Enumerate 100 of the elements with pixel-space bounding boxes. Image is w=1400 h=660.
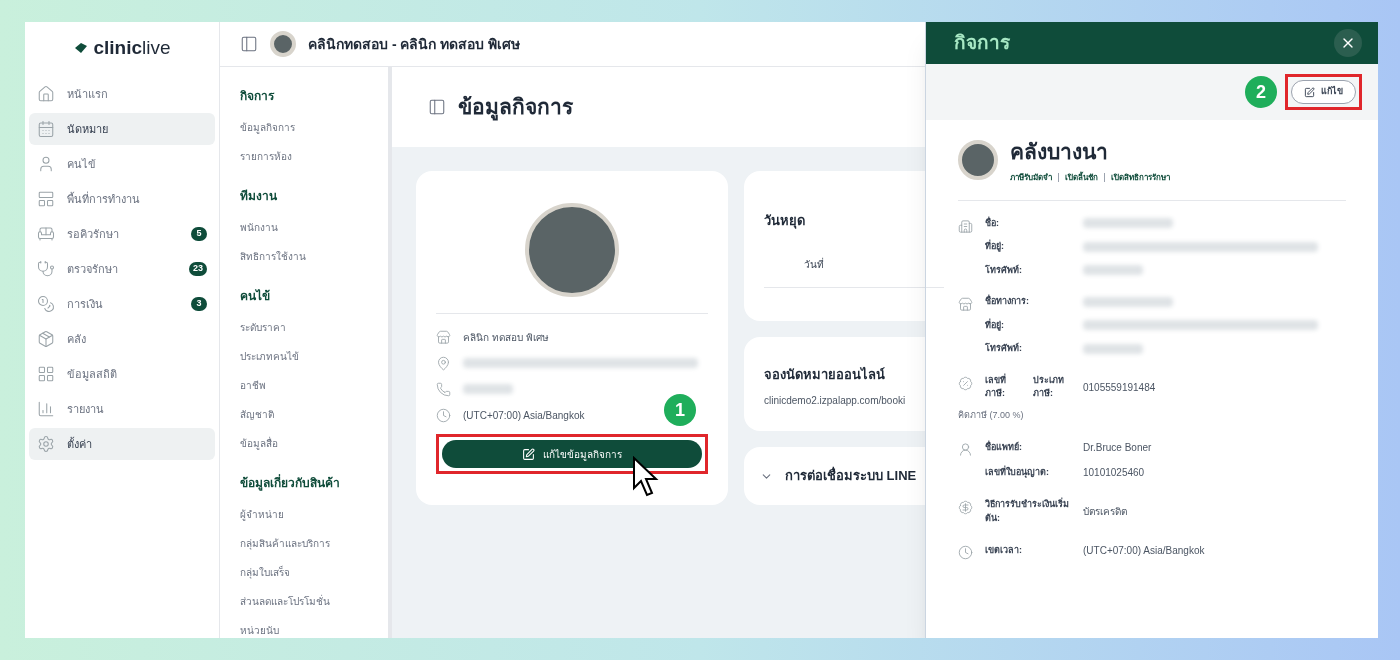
user-icon: [37, 155, 55, 173]
count-badge: 3: [191, 297, 207, 311]
logo-icon: [73, 42, 90, 54]
store-icon: [436, 329, 451, 345]
sidebar-item[interactable]: คลัง: [29, 323, 215, 355]
sidebar-item[interactable]: หน้าแรก: [29, 78, 215, 110]
menu-item[interactable]: กลุ่มสินค้าและบริการ: [240, 529, 368, 558]
sidebar-item[interactable]: ข้อมูลสถิติ: [29, 358, 215, 390]
edit-icon: [1304, 86, 1315, 98]
sidebar-item[interactable]: พื้นที่การทำงาน: [29, 183, 215, 215]
menu-item[interactable]: ประเภทคนไข้: [240, 342, 368, 371]
field-label: เลขที่ใบอนุญาต:: [985, 465, 1049, 480]
sidebar-item[interactable]: รายงาน: [29, 393, 215, 425]
photo-placeholder: [270, 31, 296, 57]
menu-item[interactable]: ผู้จำหน่าย: [240, 500, 368, 529]
info-text: คลินิก ทดสอบ พิเศษ: [463, 330, 549, 345]
column-header: วันที่: [804, 258, 824, 270]
menu-item[interactable]: ข้อมูลสื่อ: [240, 429, 368, 458]
menu-item[interactable]: หน่วยนับ: [240, 616, 368, 638]
menu-item[interactable]: สิทธิการใช้งาน: [240, 242, 368, 271]
sidebar-item[interactable]: รอคิวรักษา 5: [29, 218, 215, 250]
edit-icon: [522, 447, 535, 461]
step-number-badge: 2: [1245, 76, 1277, 108]
menu-item[interactable]: ส่วนลดและโปรโมชั่น: [240, 587, 368, 616]
settings-icon: [37, 435, 55, 453]
field-label: ชื่อแพทย์:: [985, 440, 1022, 454]
bar-chart-icon: [37, 400, 55, 418]
sidebar-item[interactable]: การเงิน 3: [29, 288, 215, 320]
sidebar-item[interactable]: ตรวจรักษา 23: [29, 253, 215, 285]
field-value: 0105559191484: [1083, 380, 1156, 395]
currency-icon: [958, 500, 973, 515]
clinic-title: คลินิกทดสอบ - คลินิก ทดสอบ พิเศษ: [308, 34, 521, 54]
menu-item[interactable]: กลุ่มใบเสร็จ: [240, 558, 368, 587]
close-button[interactable]: [1334, 29, 1362, 57]
sidebar-item[interactable]: นัดหมาย: [29, 113, 215, 145]
menu-heading: คนไข้: [240, 288, 271, 305]
field-label: ชื่อ:: [985, 216, 999, 230]
photo-placeholder: [958, 139, 998, 180]
header-link[interactable]: เปิดสิทธิการรักษา: [1111, 171, 1170, 184]
field-label: เลขที่ภาษี:: [985, 373, 1007, 400]
field-value: Dr.Bruce Boner: [1083, 441, 1152, 455]
field-label: ประเภทภาษี:: [1033, 373, 1066, 400]
count-badge: 23: [189, 262, 207, 276]
menu-item[interactable]: อาชีพ: [240, 371, 368, 400]
info-text: (UTC+07:00) Asia/Bangkok: [463, 408, 585, 423]
box-icon: [37, 330, 55, 348]
drawer-title: กิจการ: [954, 30, 1010, 55]
percent-badge-icon: [958, 375, 973, 391]
person-icon: [958, 442, 973, 457]
home-icon: [37, 85, 55, 103]
menu-item[interactable]: สัญชาติ: [240, 400, 368, 429]
tax-note: คิดภาษี (7.00 %): [958, 408, 1025, 422]
field-label: โทรศัพท์:: [985, 342, 1022, 355]
field-value: บัตรเครดิต: [1083, 505, 1127, 519]
page-title: ข้อมูลกิจการ: [458, 94, 573, 123]
field-label: วิธีการรับชำระเงินเริ่มต้น:: [985, 498, 1070, 525]
sidebar-item[interactable]: ตั้งค่า: [29, 428, 215, 460]
field-label: ชื่อทางการ:: [985, 295, 1029, 308]
field-value: 10101025460: [1083, 466, 1145, 480]
layout-icon: [37, 190, 55, 208]
menu-heading: ทีมงาน: [240, 188, 278, 205]
map-pin-icon: [436, 355, 451, 371]
field-label: ที่อยู่:: [985, 318, 1004, 332]
field-value: (UTC+07:00) Asia/Bangkok: [1083, 544, 1205, 558]
menu-item[interactable]: พนักงาน: [240, 213, 368, 242]
panel-title: การต่อเชื่อมระบบ LINE: [785, 466, 917, 486]
menu-item[interactable]: ข้อมูลกิจการ: [240, 113, 368, 142]
blurred-value: [1083, 265, 1143, 276]
clock-icon: [436, 407, 451, 423]
page-icon: [428, 98, 446, 116]
calendar-icon: [37, 120, 55, 138]
menu-heading: กิจการ: [240, 88, 276, 105]
grid-icon: [37, 365, 55, 383]
sofa-icon: [37, 225, 55, 243]
card-title: วันหยุด: [764, 212, 806, 231]
edit-business-button[interactable]: แก้ไขข้อมูลกิจการ: [442, 440, 702, 468]
sidebar-toggle-icon[interactable]: [240, 35, 258, 53]
logo-text: cliniclive: [93, 35, 171, 60]
blurred-value: [463, 384, 513, 394]
header-link[interactable]: ภาษีรับมัดจำ: [1010, 171, 1052, 184]
card-title: จองนัดหมายออนไลน์: [764, 366, 886, 384]
count-badge: 5: [191, 227, 207, 241]
coins-icon: [37, 295, 55, 313]
field-label: โทรศัพท์:: [985, 263, 1022, 277]
business-name: คลังบางนา: [1010, 139, 1109, 165]
menu-item[interactable]: รายการห้อง: [240, 142, 368, 171]
sidebar-item[interactable]: คนไข้: [29, 148, 215, 180]
menu-item[interactable]: ระดับราคา: [240, 313, 368, 342]
edit-button[interactable]: แก้ไข: [1291, 80, 1356, 104]
field-label: ที่อยู่:: [985, 240, 1004, 254]
blurred-value: [1083, 343, 1143, 354]
clock-icon: [958, 545, 973, 560]
phone-icon: [436, 381, 451, 397]
field-label: เขตเวลา:: [985, 543, 1022, 557]
booking-link[interactable]: clinicdemo2.izpalapp.com/booki: [764, 392, 944, 408]
header-link[interactable]: เปิดลิ้นชัก: [1065, 171, 1098, 184]
menu-heading: ข้อมูลเกี่ยวกับสินค้า: [240, 474, 341, 492]
store-icon: [958, 297, 973, 312]
stethoscope-icon: [37, 260, 55, 278]
step-number-badge: 1: [664, 394, 696, 426]
